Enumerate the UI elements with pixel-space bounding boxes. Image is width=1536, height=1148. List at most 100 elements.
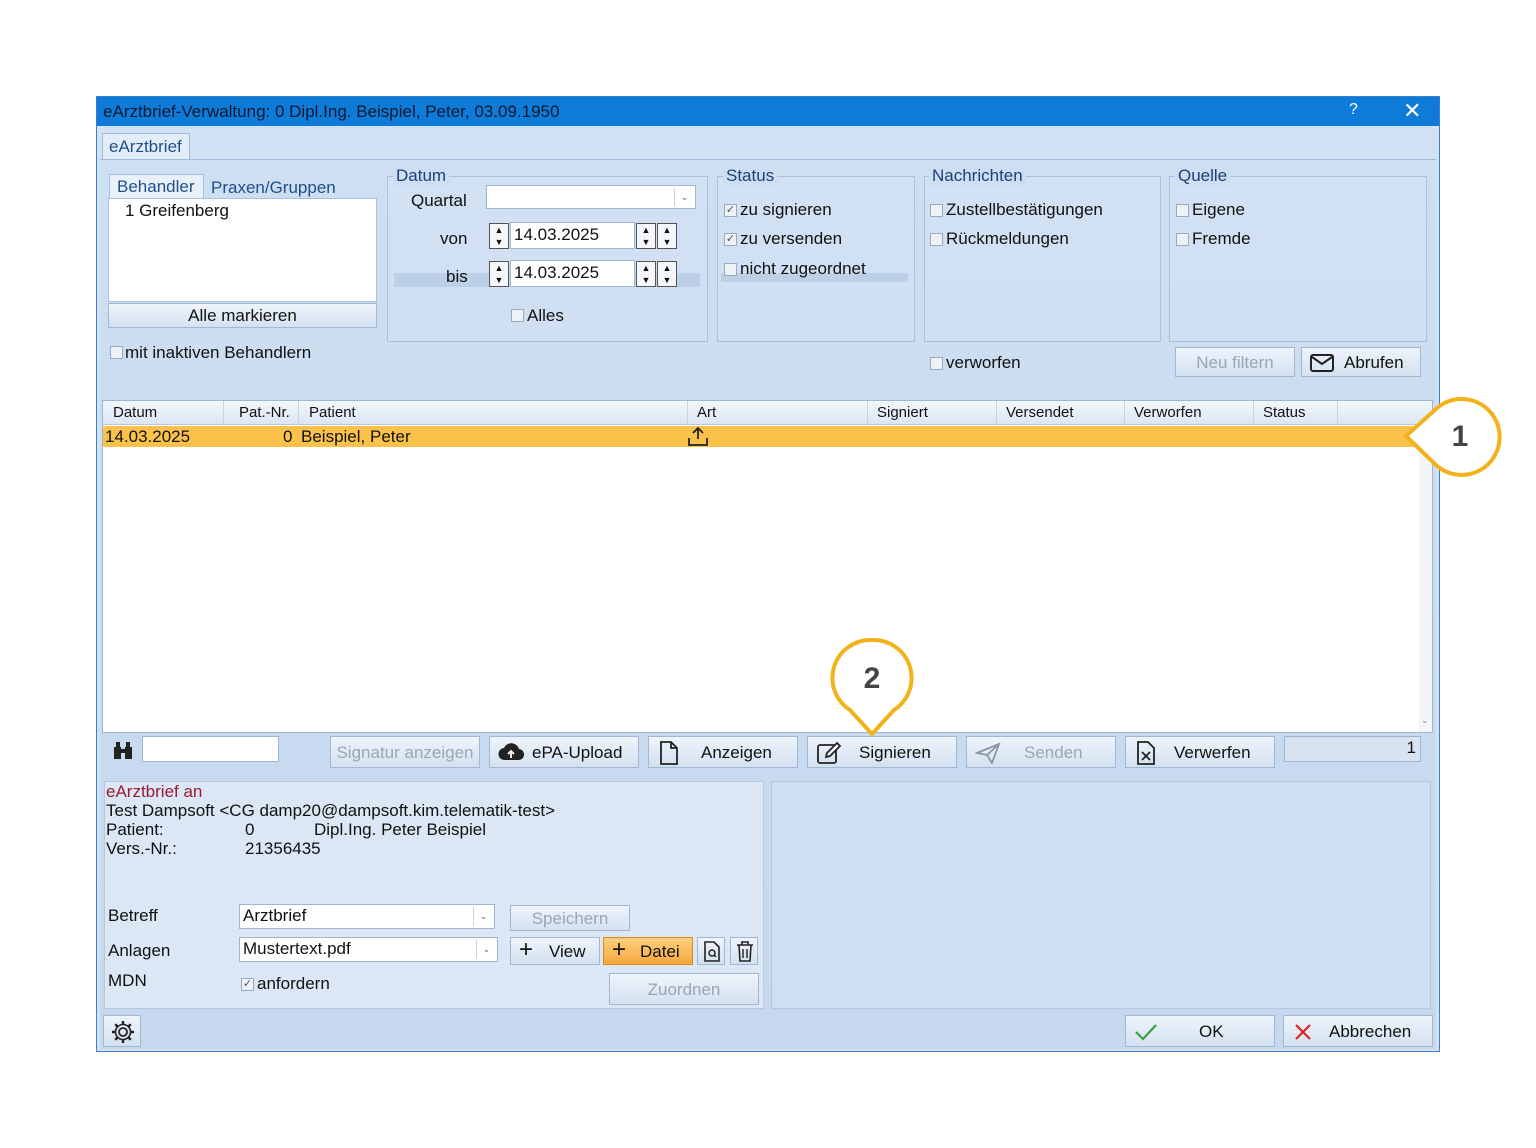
von-spin-year[interactable]: ▲ ▼ <box>657 223 677 249</box>
bis-label: bis <box>446 267 468 286</box>
close-button[interactable]: ✕ <box>1403 98 1421 124</box>
verworfen-label: verworfen <box>946 353 1021 372</box>
epa-upload-button[interactable]: ePA-Upload <box>489 736 639 768</box>
cell-patnr: 0 <box>283 427 293 446</box>
zu-versenden-checkbox[interactable]: ✓ <box>724 233 737 246</box>
document-icon <box>660 741 678 765</box>
anfordern-checkbox[interactable]: ✓ <box>241 978 254 991</box>
zu-versenden-label: zu versenden <box>740 229 843 248</box>
signieren-button[interactable]: Signieren <box>807 736 957 768</box>
betreff-chevron-icon[interactable]: ⌄ <box>473 907 493 926</box>
anlagen-chevron-icon[interactable]: ⌄ <box>476 940 496 959</box>
von-spin-month[interactable]: ▲ ▼ <box>636 223 656 249</box>
scroll-down-icon[interactable]: ⌄ <box>1421 715 1429 726</box>
detail-right-panel <box>771 781 1431 1009</box>
zu-signieren-checkbox[interactable]: ✓ <box>724 204 737 217</box>
signatur-anzeigen-button[interactable]: Signatur anzeigen <box>330 736 480 768</box>
signieren-label: Signieren <box>859 743 931 762</box>
fremde-checkbox[interactable] <box>1176 233 1189 246</box>
bis-spin-month[interactable]: ▲ ▼ <box>636 261 656 287</box>
chevron-down-icon[interactable]: ⌄ <box>674 188 694 206</box>
close-icon <box>1295 1024 1311 1040</box>
delete-file-button[interactable] <box>730 937 758 965</box>
select-all-button[interactable]: Alle markieren <box>108 303 377 328</box>
datei-label: Datei <box>640 942 680 961</box>
tab-behandler[interactable]: Behandler <box>109 174 204 199</box>
detail-heading: eArztbrief an <box>106 782 203 801</box>
tab-earztbrief[interactable]: eArztbrief <box>102 133 190 160</box>
col-versendet[interactable]: Versendet <box>1006 404 1074 421</box>
vers-label: Vers.-Nr.: <box>106 839 177 858</box>
help-button[interactable]: ? <box>1349 101 1358 119</box>
abrufen-button[interactable]: Abrufen <box>1301 347 1421 377</box>
check-icon <box>1135 1024 1157 1041</box>
window-title: eArztbrief-Verwaltung: 0 Dipl.Ing. Beisp… <box>103 102 560 121</box>
callout-1-number: 1 <box>1452 420 1469 453</box>
abrufen-label: Abrufen <box>1344 353 1404 372</box>
col-status[interactable]: Status <box>1263 404 1306 421</box>
settings-button[interactable] <box>103 1015 141 1047</box>
nachrichten-title: Nachrichten <box>929 166 1026 186</box>
speichern-button[interactable]: Speichern <box>510 905 630 931</box>
cell-patient: Beispiel, Peter <box>301 427 411 446</box>
tab-praxen-gruppen[interactable]: Praxen/Gruppen <box>211 178 336 198</box>
ok-button[interactable]: OK <box>1125 1015 1275 1047</box>
col-art[interactable]: Art <box>697 404 716 421</box>
verwerfen-button[interactable]: Verwerfen <box>1125 736 1275 768</box>
callout-1: 1 <box>1403 396 1502 477</box>
title-bar: eArztbrief-Verwaltung: 0 Dipl.Ing. Beisp… <box>97 97 1439 126</box>
alles-checkbox[interactable] <box>511 309 524 322</box>
anzeigen-label: Anzeigen <box>701 743 772 762</box>
abbrechen-button[interactable]: Abbrechen <box>1283 1015 1433 1047</box>
senden-button[interactable]: Senden <box>966 736 1116 768</box>
bis-spin-left[interactable]: ▲ ▼ <box>489 261 509 287</box>
anlagen-select[interactable]: Mustertext.pdf <box>239 937 498 962</box>
zustellbestaetigungen-checkbox[interactable] <box>930 204 943 217</box>
earztbrief-table: Datum Pat.-Nr. Patient Art Signiert Vers… <box>102 400 1433 733</box>
alles-label: Alles <box>527 306 564 325</box>
col-verworfen[interactable]: Verworfen <box>1134 404 1202 421</box>
epa-upload-label: ePA-Upload <box>532 743 623 762</box>
col-signiert[interactable]: Signiert <box>877 404 928 421</box>
col-datum[interactable]: Datum <box>113 404 157 421</box>
vers-value: 21356435 <box>245 839 321 858</box>
rueckmeldungen-checkbox[interactable] <box>930 233 943 246</box>
status-title: Status <box>723 166 778 186</box>
send-icon <box>975 742 1001 764</box>
eigene-checkbox[interactable] <box>1176 204 1189 217</box>
cloud-upload-icon <box>498 743 524 761</box>
bis-spin-year[interactable]: ▲ ▼ <box>657 261 677 287</box>
search-input[interactable] <box>142 736 279 762</box>
inactive-label: mit inaktiven Behandlern <box>125 343 312 362</box>
list-item[interactable]: 1 Greifenberg <box>125 201 229 221</box>
inactive-checkbox[interactable] <box>110 346 123 359</box>
upload-icon <box>688 426 708 446</box>
binoculars-icon[interactable] <box>112 741 134 761</box>
bis-date-input[interactable]: 14.03.2025 <box>510 260 635 287</box>
quelle-title: Quelle <box>1175 166 1231 186</box>
quartal-label: Quartal <box>411 191 467 210</box>
anzeigen-button[interactable]: Anzeigen <box>648 736 798 768</box>
von-label: von <box>440 229 468 248</box>
patient-nr: 0 <box>245 820 255 839</box>
preview-file-button[interactable] <box>697 937 725 965</box>
datei-button[interactable]: + Datei <box>603 937 693 965</box>
von-date-input[interactable]: 14.03.2025 <box>510 222 635 249</box>
view-button[interactable]: + View <box>510 937 600 965</box>
callout-2-number: 2 <box>864 662 881 695</box>
zuordnen-button[interactable]: Zuordnen <box>609 973 759 1005</box>
table-row[interactable]: 14.03.2025 0 Beispiel, Peter <box>103 426 1419 447</box>
quartal-select[interactable] <box>486 185 696 209</box>
fremde-label: Fremde <box>1192 229 1251 248</box>
recipient-text: Test Dampsoft <CG damp20@dampsoft.kim.te… <box>106 801 556 820</box>
neu-filtern-button[interactable]: Neu filtern <box>1175 347 1295 377</box>
verworfen-checkbox[interactable] <box>930 357 943 370</box>
betreff-select[interactable]: Arztbrief <box>239 904 495 929</box>
von-spin-left[interactable]: ▲ ▼ <box>489 223 509 249</box>
nicht-zugeordnet-checkbox[interactable] <box>724 263 737 276</box>
abbrechen-label: Abbrechen <box>1329 1022 1412 1041</box>
col-patnr[interactable]: Pat.-Nr. <box>239 404 290 421</box>
zustellbestaetigungen-label: Zustellbestätigungen <box>946 200 1103 219</box>
count-field: 1 <box>1284 736 1421 762</box>
col-patient[interactable]: Patient <box>309 404 356 421</box>
